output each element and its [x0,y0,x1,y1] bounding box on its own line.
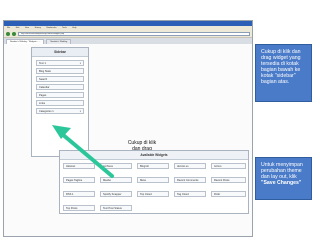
callout-top-text: Cukup di klik dan drag widget yang terse… [261,49,301,85]
menu-edit[interactable]: Edit [16,27,19,29]
sidebar-widget[interactable]: Pages [36,92,84,98]
expand-icon: ▾ [79,110,81,113]
callout-bottom-text: Untuk menyimpan perubahan theme dan lay … [261,162,303,180]
available-widget[interactable]: Meta [137,177,169,183]
menu-file[interactable]: File [7,27,10,29]
available-widget[interactable]: Top Cloud [137,191,169,197]
url-input[interactable]: http://localhost/wordpress/wp-admin/widg… [18,32,250,36]
forward-icon[interactable] [12,32,16,36]
available-widget[interactable]: Pages Tagline [63,177,95,183]
available-widget[interactable]: del.icio.us [174,163,206,169]
available-widget[interactable]: Flickr [211,191,246,197]
available-widgets-title: Available Widgets [60,151,248,160]
available-widget[interactable]: Spotify Snapper [100,191,132,197]
available-widget[interactable]: Recent Comments [174,177,206,183]
sidebar-widget[interactable]: Categories 1 ▾ [36,108,84,114]
available-widget[interactable]: Archives [100,163,132,169]
menu-help[interactable]: Help [72,27,76,29]
sidebar-widget[interactable]: Blog Stats [36,68,84,74]
available-widget[interactable]: RSS 1 [63,191,95,197]
available-widget[interactable]: Top Posts [63,205,95,211]
available-widget[interactable]: Tag Cloud [174,191,206,197]
sidebar-widget[interactable]: Search [36,76,84,82]
menu-bookmarks[interactable]: Bookmarks [46,27,56,29]
available-widget[interactable]: Blogroll [137,163,169,169]
menu-view[interactable]: View [25,27,29,29]
callout-drag-instructions: Cukup di klik dan drag widget yang terse… [255,44,312,102]
sidebar-panel: Sidebar Text 1 ▾ Blog Stats Search Calend… [31,47,89,157]
available-widget[interactable]: Text Post Status [100,205,132,211]
back-icon[interactable] [6,32,10,36]
sidebar-widget[interactable]: Calendar [36,84,84,90]
available-widgets-panel: Available Widgets Akismet Archives Blogr… [59,150,249,214]
available-widget[interactable]: Recent Posts [211,177,246,183]
callout-save-label: "Save Changes" [261,180,302,186]
menu-history[interactable]: History [35,27,41,29]
menu-tools[interactable]: Tools [62,27,67,29]
sidebar-title: Sidebar [32,48,88,57]
expand-icon: ▾ [79,62,81,65]
callout-save-instructions: Untuk menyimpan perubahan theme dan lay … [255,157,312,200]
available-widget[interactable]: Meebo [100,177,132,183]
sidebar-widget[interactable]: Text 1 ▾ [36,60,84,66]
available-widget[interactable]: Gizmo [211,163,246,169]
address-bar: http://localhost/wordpress/wp-admin/widg… [4,31,252,38]
available-widget[interactable]: Akismet [63,163,95,169]
sidebar-widget[interactable]: Links [36,100,84,106]
